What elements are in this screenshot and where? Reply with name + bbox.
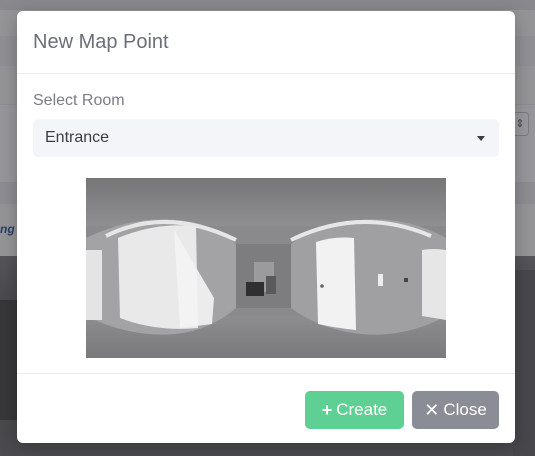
new-map-point-modal: New Map Point Select Room Entrance + Cre… xyxy=(17,11,515,443)
room-panorama-image xyxy=(86,178,446,358)
close-button[interactable]: ✕ Close xyxy=(412,391,499,429)
modal-body: Select Room Entrance xyxy=(17,74,515,372)
close-icon: ✕ xyxy=(424,400,440,420)
close-button-label: Close xyxy=(443,400,487,419)
create-button-label: Create xyxy=(336,400,388,419)
create-button[interactable]: + Create xyxy=(305,391,404,429)
modal-footer: + Create ✕ Close xyxy=(17,373,515,443)
select-room-label: Select Room xyxy=(33,92,125,109)
modal-header: New Map Point xyxy=(17,11,515,74)
room-select-value: Entrance xyxy=(45,129,110,146)
room-select[interactable]: Entrance xyxy=(33,119,499,157)
modal-title: New Map Point xyxy=(33,30,169,53)
plus-icon: + xyxy=(321,400,333,420)
chevron-down-icon xyxy=(477,135,485,141)
